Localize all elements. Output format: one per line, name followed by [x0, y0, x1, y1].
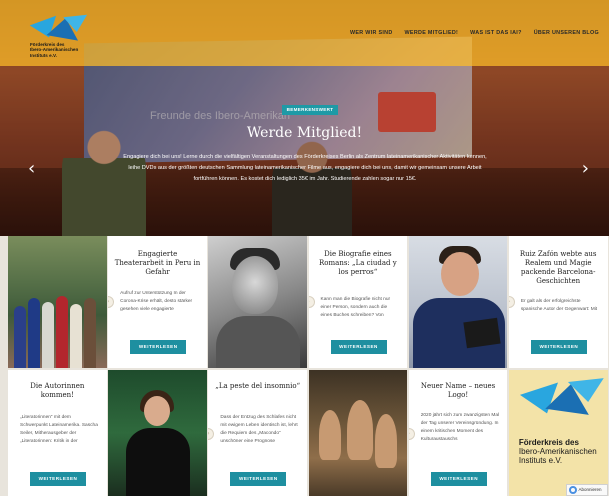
post-card: Die Autorinnen kommen! „Literatorinnen“ … — [8, 370, 107, 496]
excerpt-fade — [8, 446, 107, 460]
subscribe-icon — [568, 486, 577, 494]
logo-tile-line: Instituts e.V. — [518, 456, 563, 465]
post-card: › „La peste del insomnio“ Dass der Entzu… — [208, 370, 308, 496]
logo-tile-line: Ibero-Amerikanischen — [518, 447, 597, 456]
post-title[interactable]: „La peste del insomnio“ — [214, 382, 301, 391]
post-excerpt: Er galt als der erfolgreichste spanische… — [520, 299, 598, 312]
nav-item-werde-mitglied[interactable]: WERDE MITGLIED! — [405, 30, 459, 36]
hero-category-badge[interactable]: BEMERKENSWERT — [282, 105, 338, 115]
slider-next-arrow-icon[interactable]: › — [582, 160, 589, 178]
read-more-button[interactable]: WEITERLESEN — [530, 340, 587, 354]
excerpt-fade — [208, 446, 308, 460]
photo-person — [70, 304, 82, 368]
page: Freunde des Ibero-Amerikan Förderkreis d… — [0, 0, 609, 496]
photo-face — [144, 396, 171, 426]
photo-body — [126, 428, 191, 496]
nav-item-wer-wir-sind[interactable]: WER WIR SIND — [350, 30, 393, 36]
logo-triangle-icon — [63, 14, 89, 34]
logo-tile-text: Förderkreis des Ibero-Amerikanischen Ins… — [519, 438, 597, 465]
painting-figure — [318, 410, 341, 460]
card-connector-icon: › — [308, 296, 315, 308]
post-grid-row: › Engagierte Theaterarbeit in Peru in Ge… — [8, 236, 609, 368]
post-card: › Engagierte Theaterarbeit in Peru in Ge… — [108, 236, 207, 368]
excerpt-fade — [408, 446, 508, 460]
post-card: › Neuer Name – neues Logo! 2020 jährt si… — [408, 370, 508, 496]
photo-face — [232, 256, 279, 314]
post-title[interactable]: Die Biografie eines Romans: „La ciudad y… — [315, 250, 402, 277]
painting-figure — [346, 400, 373, 460]
excerpt-fade — [508, 314, 608, 328]
photo-face — [440, 252, 479, 296]
site-header: Förderkreis des Ibero-Amerikanischen Ins… — [0, 0, 609, 66]
post-title[interactable]: Ruiz Zafón webte aus Realem und Magie pa… — [515, 250, 602, 286]
logo-tile-line: Förderkreis des — [518, 438, 579, 447]
subscribe-label: Abonnieren — [578, 487, 602, 492]
photo-person — [42, 302, 54, 368]
hero-text: Engagiere dich bei uns! Lerne durch die … — [123, 154, 487, 182]
photo-person — [14, 306, 26, 368]
post-image-painting[interactable] — [308, 370, 408, 496]
post-image-author[interactable] — [408, 236, 508, 368]
post-excerpt: „Literatorinnen“ mit dem Schwerpunkt Lat… — [20, 415, 98, 444]
read-more-button[interactable]: WEITERLESEN — [130, 340, 187, 354]
read-more-button[interactable]: WEITERLESEN — [330, 340, 387, 354]
photo-person — [84, 298, 96, 368]
read-more-button[interactable]: WEITERLESEN — [30, 472, 86, 486]
post-title[interactable]: Engagierte Theaterarbeit in Peru in Gefa… — [114, 250, 201, 277]
post-image-group-photo[interactable] — [8, 236, 107, 368]
logo-triangle-icon — [567, 378, 606, 404]
subscribe-widget[interactable]: Abonnieren — [565, 484, 608, 496]
hero-title[interactable]: Werde Mitglied! — [0, 125, 609, 141]
nav-item-was-ist-das-iai[interactable]: WAS IST DAS IAI? — [470, 30, 522, 36]
photo-book — [463, 317, 501, 349]
post-title[interactable]: Die Autorinnen kommen! — [14, 382, 101, 400]
post-card: › Die Biografie eines Romans: „La ciudad… — [308, 236, 408, 368]
logo-line: Instituts e.V. — [30, 52, 57, 58]
card-connector-icon: › — [208, 428, 215, 440]
post-image-logo[interactable]: Förderkreis des Ibero-Amerikanischen Ins… — [508, 370, 608, 496]
card-connector-icon: › — [508, 296, 515, 308]
post-excerpt: Aufruf zur Unterstützung In der Corona-K… — [120, 291, 193, 312]
hero-slider: Freunde des Ibero-Amerikan Förderkreis d… — [0, 0, 609, 236]
photo-person — [28, 298, 40, 368]
slider-prev-arrow-icon[interactable]: ‹ — [28, 160, 35, 178]
read-more-button[interactable]: WEITERLESEN — [430, 472, 487, 486]
photo-body — [216, 316, 301, 368]
read-more-button[interactable]: WEITERLESEN — [230, 472, 287, 486]
nav-item-ueber-unseren-blog[interactable]: ÜBER UNSEREN BLOG — [534, 30, 599, 36]
excerpt-fade — [108, 314, 207, 328]
logo-text: Förderkreis des Ibero-Amerikanischen Ins… — [30, 42, 78, 58]
post-excerpt: 2020 jährt sich zum zwanzigsten Mal der … — [420, 413, 500, 442]
excerpt-fade — [308, 316, 408, 330]
photo-person — [56, 296, 68, 368]
post-image-portrait-bw[interactable] — [208, 236, 308, 368]
card-connector-icon: › — [408, 428, 415, 440]
post-card: › Ruiz Zafón webte aus Realem und Magie … — [508, 236, 608, 368]
post-image-singer[interactable] — [108, 370, 207, 496]
post-title[interactable]: Neuer Name – neues Logo! — [415, 382, 502, 400]
post-excerpt: Dass der Entzug des Schlafes nicht mit e… — [220, 415, 298, 444]
card-connector-icon: › — [108, 296, 115, 308]
post-grid-row: Die Autorinnen kommen! „Literatorinnen“ … — [8, 370, 609, 496]
post-grid: › Engagierte Theaterarbeit in Peru in Ge… — [8, 236, 609, 496]
main-nav: WER WIR SIND WERDE MITGLIED! WAS IST DAS… — [350, 30, 599, 36]
site-logo[interactable]: Förderkreis des Ibero-Amerikanischen Ins… — [29, 12, 94, 62]
painting-figure — [374, 414, 397, 468]
